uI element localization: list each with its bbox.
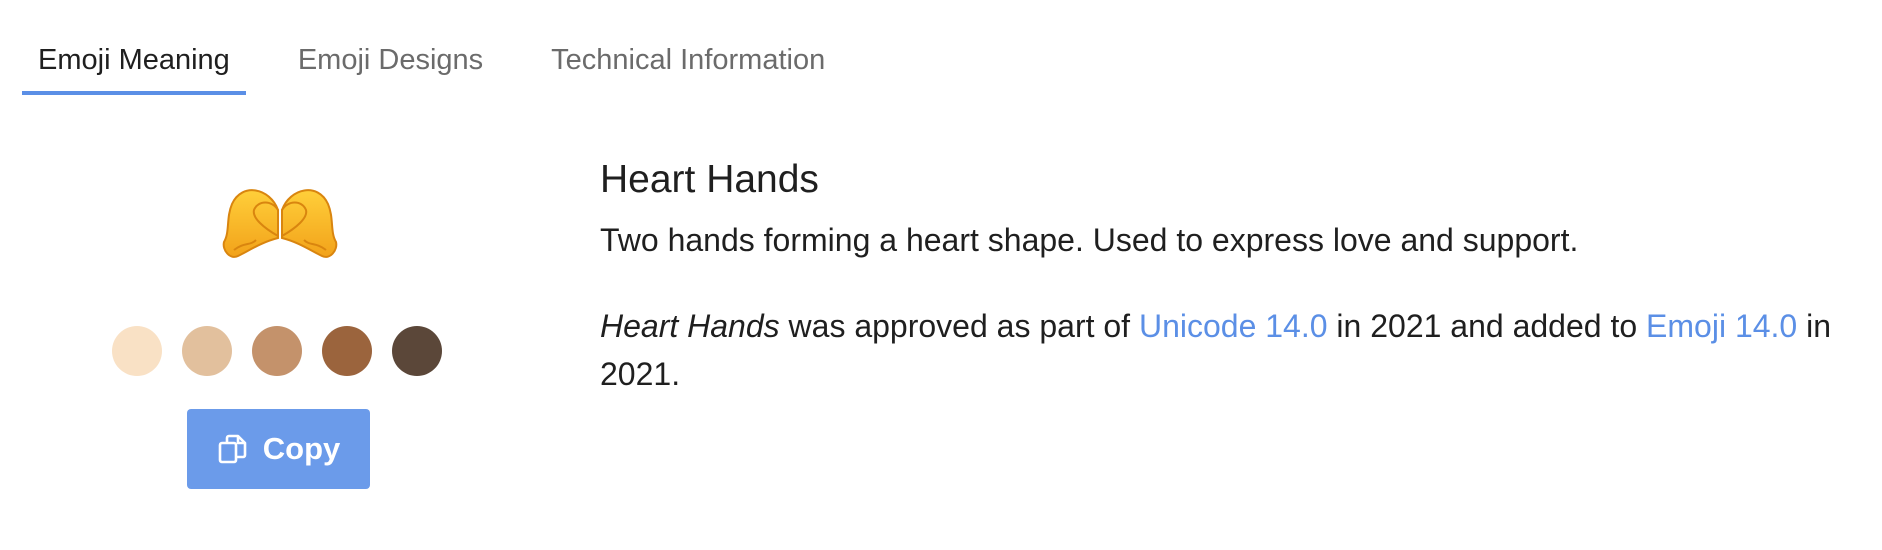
skin-tone-dark[interactable] [392,326,442,376]
tab-technical-information[interactable]: Technical Information [535,38,841,95]
approval-text: Heart Hands was approved as part of Unic… [600,302,1850,398]
tab-bar: Emoji Meaning Emoji Designs Technical In… [22,38,877,95]
emoji-description: Two hands forming a heart shape. Used to… [600,222,1579,258]
copy-icon [217,433,249,465]
skin-tone-selector [112,326,442,376]
skin-tone-light[interactable] [112,326,162,376]
tab-emoji-designs[interactable]: Emoji Designs [282,38,499,95]
skin-tone-medium-dark[interactable] [322,326,372,376]
heart-hands-icon [220,180,340,270]
unicode-version-link[interactable]: Unicode 14.0 [1139,308,1328,344]
copy-button-label: Copy [262,431,341,466]
approval-text-1: was approved as part of [779,308,1139,344]
emoji-version-link[interactable]: Emoji 14.0 [1646,308,1797,344]
tab-emoji-meaning[interactable]: Emoji Meaning [22,38,246,95]
copy-button[interactable]: Copy [187,409,370,489]
skin-tone-medium[interactable] [252,326,302,376]
approval-text-2: in 2021 and added to [1327,308,1647,344]
emoji-title: Heart Hands [600,158,819,201]
skin-tone-medium-light[interactable] [182,326,232,376]
approval-emoji-name: Heart Hands [600,308,780,344]
